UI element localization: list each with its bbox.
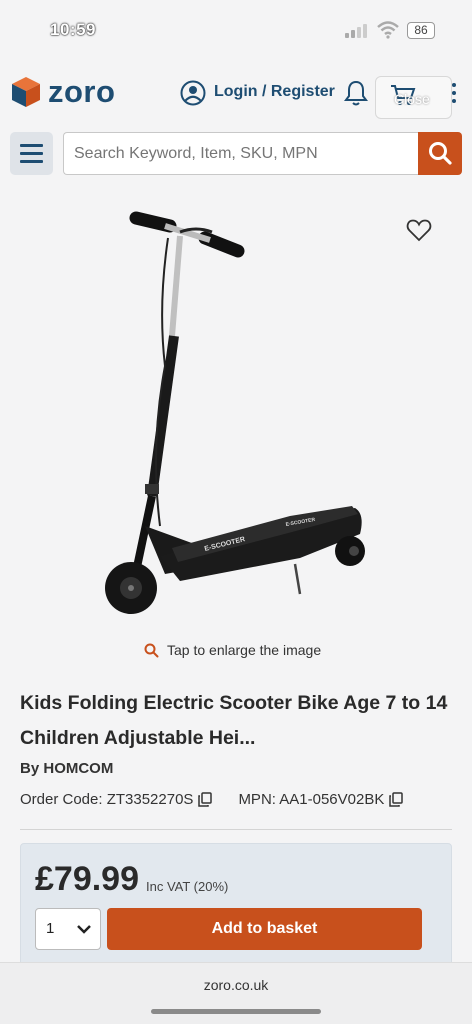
wifi-icon (377, 21, 399, 39)
more-options-icon[interactable] (451, 82, 457, 104)
product-title: Kids Folding Electric Scooter Bike Age 7… (20, 692, 448, 749)
magnifier-icon (144, 643, 159, 657)
product-codes: Order Code: ZT3352270S MPN: AA1-056V02BK (20, 791, 429, 808)
status-bar: 10:59 86 (0, 0, 472, 62)
account-icon[interactable] (180, 80, 206, 106)
zoro-cube-icon (12, 77, 40, 107)
zoro-logo[interactable]: zoro (10, 74, 115, 110)
search-button[interactable] (418, 132, 462, 175)
enlarge-image-hint[interactable]: Tap to enlarge the image (144, 642, 321, 658)
home-indicator[interactable] (151, 1009, 321, 1014)
status-time: 10:59 (50, 20, 96, 39)
chevron-down-icon (77, 925, 91, 934)
hamburger-icon (20, 144, 43, 163)
vat-label: Inc VAT (20%) (146, 879, 229, 894)
login-register-link[interactable]: Login / Register (214, 83, 335, 101)
copy-order-code-icon[interactable] (198, 792, 213, 807)
brand-prefix: By (20, 760, 40, 777)
hamburger-menu-button[interactable] (10, 132, 53, 175)
browser-bottom-bar: zoro.co.uk (0, 962, 472, 1024)
close-button[interactable]: Close (375, 76, 452, 119)
price: £79.99 (35, 860, 139, 898)
site-header: zoro Login / Register Close (0, 62, 472, 124)
favourite-heart-icon[interactable] (406, 218, 432, 242)
enlarge-label: Tap to enlarge the image (167, 642, 322, 658)
copy-mpn-icon[interactable] (389, 792, 404, 807)
logo-text: zoro (48, 74, 116, 109)
add-to-basket-button[interactable]: Add to basket (107, 908, 422, 950)
search-row (0, 124, 472, 184)
order-code: Order Code: ZT3352270S (20, 791, 194, 808)
mpn-code: MPN: AA1-056V02BK (238, 791, 385, 808)
cellular-signal-icon (345, 24, 367, 38)
quantity-value: 1 (46, 920, 55, 937)
quantity-select[interactable]: 1 (35, 908, 101, 950)
url-bar[interactable]: zoro.co.uk (0, 977, 472, 993)
brand-name[interactable]: HOMCOM (43, 760, 113, 777)
search-input[interactable] (63, 132, 420, 175)
search-icon (429, 142, 452, 165)
product-image[interactable]: E-SCOOTER E-SCOOTER (0, 196, 472, 626)
brand-line: By HOMCOM (20, 760, 113, 777)
buy-box: £79.99 Inc VAT (20%) 1 Add to basket (20, 843, 452, 973)
divider (20, 829, 452, 830)
close-label[interactable]: Close (394, 91, 430, 107)
bell-icon[interactable] (343, 79, 369, 107)
battery-indicator: 86 (407, 22, 435, 39)
